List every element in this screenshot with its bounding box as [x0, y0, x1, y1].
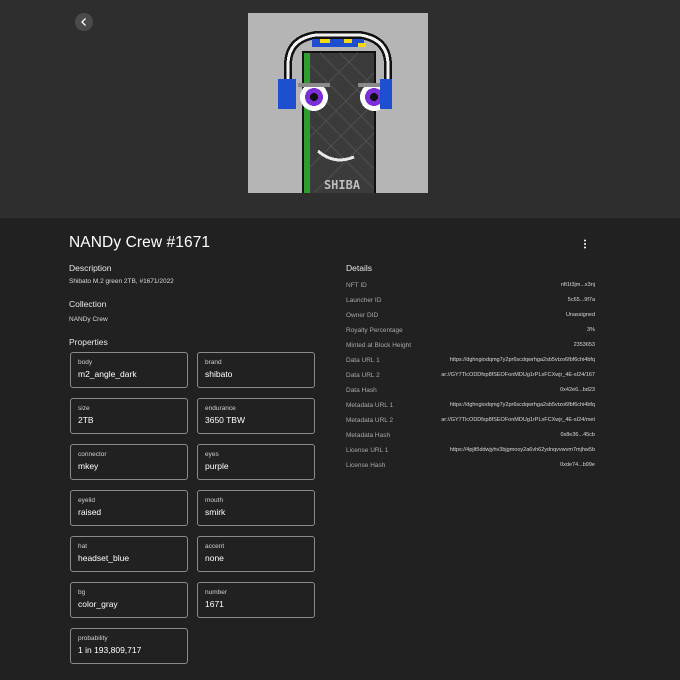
detail-value[interactable]: 5c65...9f7a	[568, 297, 595, 303]
property-value: purple	[205, 461, 229, 471]
detail-value: 3%	[587, 327, 595, 333]
property-key: size	[78, 405, 90, 412]
detail-row-launcher-id: Launcher ID 5c65...9f7a	[346, 294, 595, 306]
detail-key: Metadata Hash	[346, 431, 391, 439]
detail-key: License URL 1	[346, 446, 389, 454]
property-card-connector: connector mkey	[70, 444, 188, 480]
detail-key: Metadata URL 2	[346, 416, 394, 424]
property-value: color_gray	[78, 599, 118, 609]
description-heading: Description	[69, 263, 112, 273]
more-options-button[interactable]	[578, 236, 592, 252]
detail-value[interactable]: nft1t3jm...x3nj	[561, 282, 595, 288]
property-value: 2TB	[78, 415, 94, 425]
nft-image: SHIBA	[248, 13, 428, 194]
property-key: connector	[78, 451, 107, 458]
detail-value: 2353653	[573, 342, 595, 348]
property-key: accent	[205, 543, 225, 550]
property-value: mkey	[78, 461, 99, 471]
collection-heading: Collection	[69, 299, 107, 309]
property-value: 3650 TBW	[205, 415, 246, 425]
detail-key: Minted at Block Height	[346, 341, 412, 349]
property-card-hat: hat headset_blue	[70, 536, 188, 572]
detail-key: Launcher ID	[346, 296, 382, 304]
detail-link[interactable]: ar://GY7TlcODDfxp8fSEOFonMDUg1rPLxFCXwjr…	[441, 417, 595, 423]
detail-key: License Hash	[346, 461, 386, 469]
property-card-endurance: endurance 3650 TBW	[197, 398, 315, 434]
detail-link[interactable]: ar://GY7TlcODDfxp8fSEOFonMDUg1rPLxFCXwjr…	[441, 372, 595, 378]
collection-link[interactable]: NANDy Crew	[69, 316, 108, 323]
detail-key: Metadata URL 1	[346, 401, 394, 409]
properties-heading: Properties	[69, 337, 108, 347]
property-card-mouth: mouth smirk	[197, 490, 315, 526]
detail-link[interactable]: https://dghngiodqmg7y2pr6scdqwrhga2sb5vt…	[450, 402, 595, 408]
property-key: number	[205, 589, 228, 596]
detail-link[interactable]: https://dghngiodqmg7y2pr6scdqwrhga2sb5vt…	[450, 357, 595, 363]
detail-row-license-hash: License Hash 0xde74...b99e	[346, 459, 595, 471]
detail-value: Unassigned	[565, 312, 595, 318]
detail-row-data-url-2: Data URL 2 ar://GY7TlcODDfxp8fSEOFonMDUg…	[346, 369, 595, 381]
property-value: headset_blue	[78, 553, 130, 563]
property-key: mouth	[205, 497, 224, 504]
detail-value[interactable]: 0x8e36...45cb	[560, 432, 595, 438]
detail-key: Royalty Percentage	[346, 326, 403, 334]
detail-row-data-url-1: Data URL 1 https://dghngiodqmg7y2pr6scdq…	[346, 354, 595, 366]
property-value: 1671	[205, 599, 224, 609]
detail-key: NFT ID	[346, 281, 367, 289]
detail-row-royalty: Royalty Percentage 3%	[346, 324, 595, 336]
property-key: eyes	[205, 451, 219, 458]
detail-row-metadata-url-1: Metadata URL 1 https://dghngiodqmg7y2pr6…	[346, 399, 595, 411]
detail-value[interactable]: 0xde74...b99e	[560, 462, 595, 468]
detail-key: Data URL 2	[346, 371, 380, 379]
detail-link[interactable]: https://4pjlt5ddwjyhv3bjgmooy2a6vh62ydnq…	[450, 447, 595, 453]
property-key: probability	[78, 635, 108, 642]
property-value: m2_angle_dark	[78, 369, 137, 379]
property-value: 1 in 193,809,717	[78, 645, 142, 655]
property-card-number: number 1671	[197, 582, 315, 618]
detail-key: Data Hash	[346, 386, 377, 394]
property-card-accent: accent none	[197, 536, 315, 572]
property-value: raised	[78, 507, 102, 517]
property-card-body: body m2_angle_dark	[70, 352, 188, 388]
description-text: Shibato M.2 green 2TB, #1671/2022	[69, 278, 174, 285]
detail-value[interactable]: 0x42e6...bd23	[560, 387, 595, 393]
property-card-probability: probability 1 in 193,809,717	[70, 628, 188, 664]
property-card-eyelid: eyelid raised	[70, 490, 188, 526]
chevron-left-icon	[81, 18, 86, 26]
property-card-size: size 2TB	[70, 398, 188, 434]
property-key: endurance	[205, 405, 236, 412]
property-key: bg	[78, 589, 86, 596]
detail-row-nft-id: NFT ID nft1t3jm...x3nj	[346, 279, 595, 291]
property-card-eyes: eyes purple	[197, 444, 315, 480]
hero-banner: SHIBA	[0, 0, 680, 218]
detail-row-metadata-url-2: Metadata URL 2 ar://GY7TlcODDfxp8fSEOFon…	[346, 414, 595, 426]
details-heading: Details	[346, 263, 372, 273]
property-key: brand	[205, 359, 222, 366]
detail-key: Data URL 1	[346, 356, 380, 364]
property-value: shibato	[205, 369, 233, 379]
svg-text:SHIBA: SHIBA	[324, 178, 361, 192]
property-key: eyelid	[78, 497, 95, 504]
property-value: none	[205, 553, 224, 563]
back-button[interactable]	[75, 13, 93, 31]
property-key: body	[78, 359, 93, 366]
more-vert-icon	[584, 239, 586, 249]
detail-row-metadata-hash: Metadata Hash 0x8e36...45cb	[346, 429, 595, 441]
detail-row-owner-did: Owner DID Unassigned	[346, 309, 595, 321]
detail-key: Owner DID	[346, 311, 379, 319]
property-card-brand: brand shibato	[197, 352, 315, 388]
detail-row-license-url-1: License URL 1 https://4pjlt5ddwjyhv3bjgm…	[346, 444, 595, 456]
detail-row-block-height: Minted at Block Height 2353653	[346, 339, 595, 351]
page-title: NANDy Crew #1671	[69, 234, 211, 251]
property-card-bg: bg color_gray	[70, 582, 188, 618]
property-key: hat	[78, 543, 88, 550]
detail-row-data-hash: Data Hash 0x42e6...bd23	[346, 384, 595, 396]
property-value: smirk	[205, 507, 226, 517]
